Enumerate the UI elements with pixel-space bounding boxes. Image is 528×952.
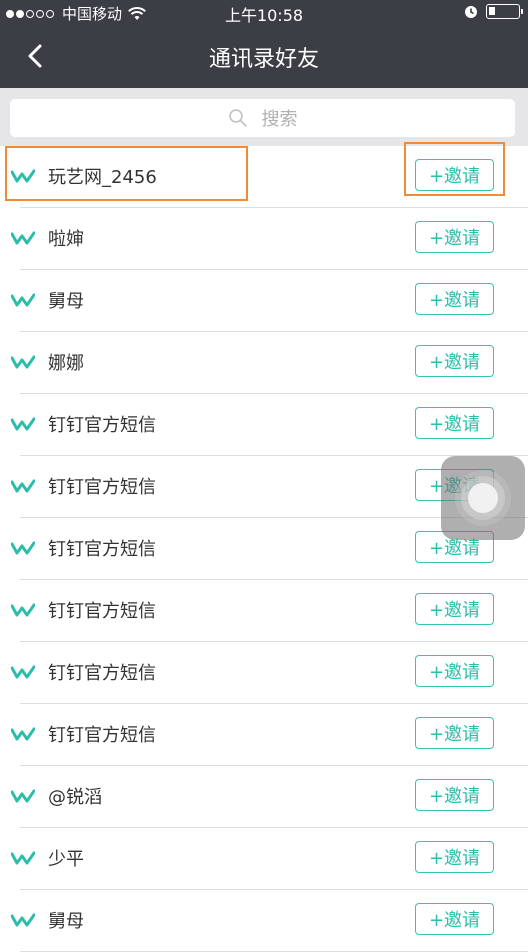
dingtalk-logo-icon: [11, 603, 35, 617]
nav-bar: 通讯录好友: [0, 24, 528, 88]
contact-row: 舅母 +邀请: [0, 270, 528, 332]
highlight-box-invite-button: [404, 142, 505, 196]
contact-row: 钉钉官方短信 +邀请: [0, 704, 528, 766]
page-title: 通讯录好友: [208, 47, 319, 72]
contact-name: 钉钉官方短信: [48, 663, 156, 684]
contact-row: 舅母 +邀请: [0, 890, 528, 952]
search-bar: 搜索: [0, 88, 528, 146]
contact-row: 啦婶 +邀请: [0, 208, 528, 270]
contact-row: @锐滔 +邀请: [0, 766, 528, 828]
dingtalk-logo-icon: [11, 355, 35, 369]
invite-button[interactable]: +邀请: [415, 655, 494, 687]
invite-button[interactable]: +邀请: [415, 717, 494, 749]
dingtalk-logo-icon: [11, 293, 35, 307]
contact-name: 钉钉官方短信: [48, 415, 156, 436]
contact-name: 钉钉官方短信: [48, 539, 156, 560]
contact-name: 啦婶: [48, 229, 84, 250]
dingtalk-logo-icon: [11, 417, 35, 431]
search-placeholder: 搜索: [261, 109, 298, 130]
contact-row: 钉钉官方短信 +邀请: [0, 394, 528, 456]
dingtalk-logo-icon: [11, 479, 35, 493]
highlight-box-contact-name: [5, 146, 248, 201]
invite-button[interactable]: +邀请: [415, 221, 494, 253]
contact-name: @锐滔: [48, 787, 102, 808]
contact-name: 少平: [48, 849, 84, 870]
contact-row: 少平 +邀请: [0, 828, 528, 890]
contact-list: 玩艺网_2456 +邀请 啦婶 +邀请 舅母 +邀请 娜娜 +邀请 钉钉官方短信…: [0, 146, 528, 952]
contact-name: 舅母: [48, 911, 84, 932]
contact-row: 钉钉官方短信 +邀请: [0, 580, 528, 642]
contact-row: 娜娜 +邀请: [0, 332, 528, 394]
dingtalk-logo-icon: [11, 913, 35, 927]
contact-name: 钉钉官方短信: [48, 601, 156, 622]
contact-name: 舅母: [48, 291, 84, 312]
contact-row: 钉钉官方短信 +邀请: [0, 642, 528, 704]
dingtalk-logo-icon: [11, 231, 35, 245]
invite-button[interactable]: +邀请: [415, 283, 494, 315]
invite-button[interactable]: +邀请: [415, 903, 494, 935]
dingtalk-logo-icon: [11, 727, 35, 741]
dingtalk-logo-icon: [11, 851, 35, 865]
status-right: [464, 4, 523, 19]
invite-button[interactable]: +邀请: [415, 593, 494, 625]
contact-name: 钉钉官方短信: [48, 725, 156, 746]
alarm-icon: [465, 5, 477, 18]
status-bar: 中国移动 上午10:58: [0, 0, 528, 25]
status-time: 上午10:58: [224, 6, 304, 25]
dingtalk-logo-icon: [11, 789, 35, 803]
invite-button[interactable]: +邀请: [415, 779, 494, 811]
dingtalk-logo-icon: [11, 541, 35, 555]
search-input[interactable]: 搜索: [10, 99, 515, 137]
invite-button[interactable]: +邀请: [415, 841, 494, 873]
invite-button[interactable]: +邀请: [415, 407, 494, 439]
invite-button[interactable]: +邀请: [415, 345, 494, 377]
assistive-touch-button[interactable]: [441, 456, 525, 540]
battery-icon: [486, 4, 523, 19]
dingtalk-logo-icon: [11, 665, 35, 679]
search-icon: [228, 109, 247, 127]
contact-name: 钉钉官方短信: [48, 477, 156, 498]
contact-name: 娜娜: [48, 353, 84, 374]
